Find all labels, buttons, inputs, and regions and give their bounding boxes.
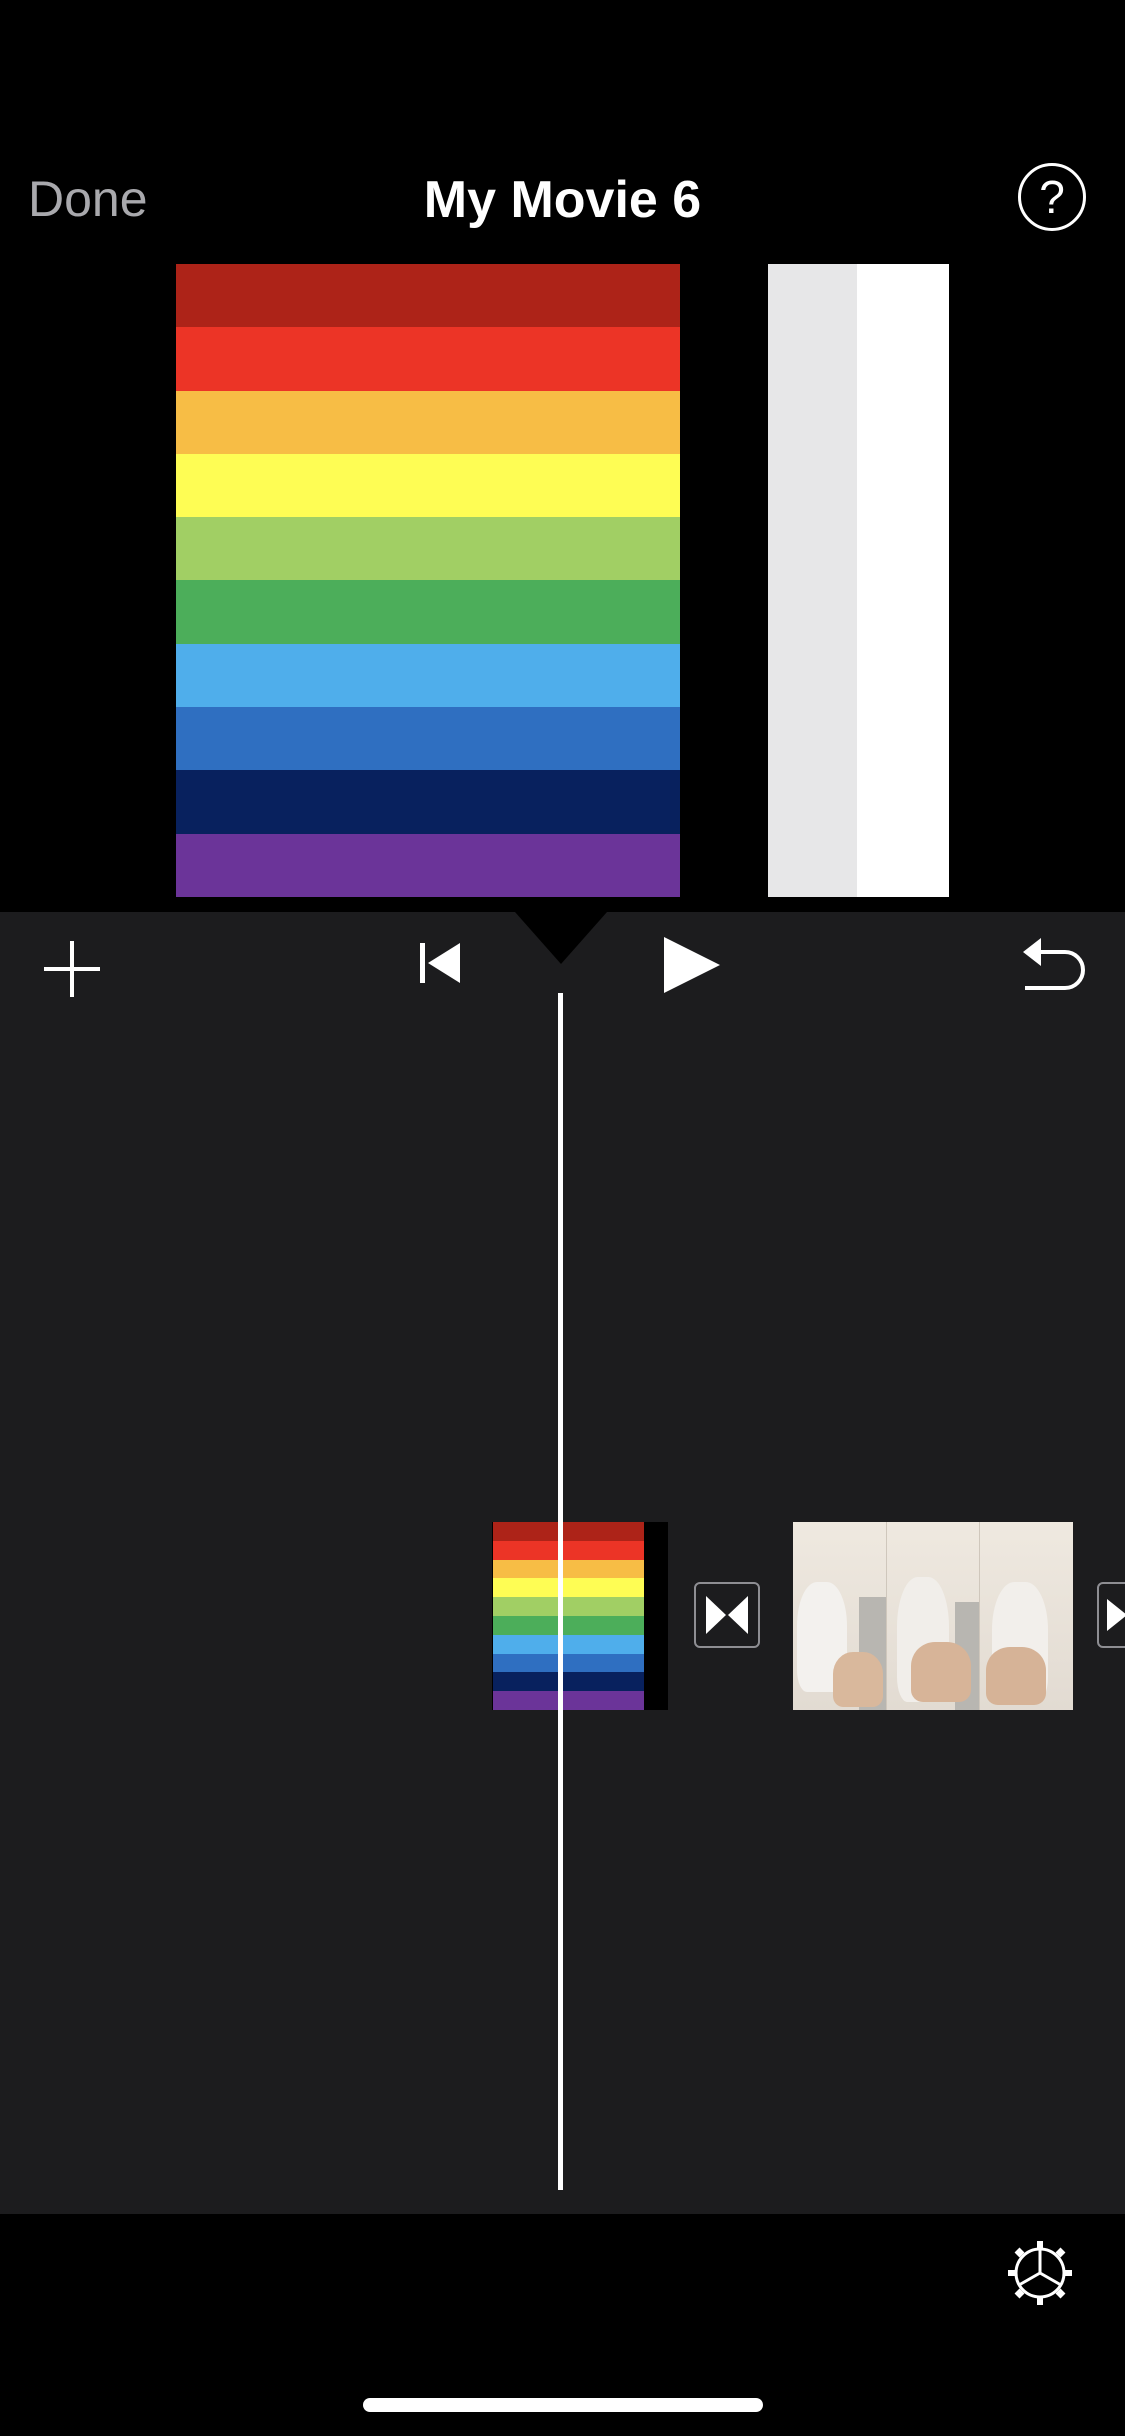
playhead[interactable] — [558, 993, 563, 2190]
rainbow-stripe — [493, 1672, 644, 1692]
rainbow-stripe — [493, 1653, 644, 1673]
next-clip-edge[interactable] — [1097, 1582, 1125, 1648]
rainbow-stripe — [176, 264, 680, 328]
preview-rainbow-frame — [176, 264, 680, 897]
rainbow-stripe — [493, 1578, 644, 1598]
timeline-clip-video[interactable] — [793, 1522, 1073, 1710]
play-icon — [664, 937, 720, 993]
project-title: My Movie 6 — [423, 171, 702, 229]
rainbow-stripe — [493, 1522, 644, 1541]
playhead-notch — [515, 912, 607, 964]
rainbow-stripe — [176, 453, 680, 518]
help-button[interactable]: ? — [1018, 163, 1086, 231]
rainbow-stripe — [493, 1597, 644, 1616]
video-thumbnail-frame — [885, 1522, 980, 1710]
rainbow-stripe — [176, 643, 680, 708]
rainbow-thumbnail — [493, 1522, 644, 1710]
skip-to-start-button[interactable] — [410, 933, 470, 993]
preview-gray-strip — [768, 264, 857, 897]
home-indicator[interactable] — [363, 2398, 763, 2412]
rainbow-stripe — [493, 1691, 644, 1710]
transition-icon — [706, 1596, 748, 1634]
triangle-right-icon — [1107, 1599, 1125, 1631]
rainbow-stripe — [493, 1559, 644, 1579]
video-thumbnail-frame — [793, 1522, 886, 1710]
preview-next-frame — [768, 264, 949, 897]
rainbow-stripe — [493, 1540, 644, 1560]
rainbow-stripe — [493, 1634, 644, 1654]
rainbow-stripe — [493, 1615, 644, 1635]
question-mark-icon: ? — [1039, 171, 1065, 223]
plus-icon — [44, 941, 100, 997]
preview-white-strip — [857, 264, 949, 897]
timeline-clip-rainbow[interactable] — [492, 1522, 668, 1710]
rainbow-stripe — [176, 517, 680, 581]
rainbow-stripe — [176, 327, 680, 391]
gear-icon — [1008, 2241, 1072, 2305]
add-media-button[interactable] — [38, 935, 106, 1003]
rainbow-stripe — [176, 580, 680, 644]
skip-to-start-icon — [420, 943, 460, 983]
transition-button[interactable] — [694, 1582, 760, 1648]
rainbow-stripe — [176, 390, 680, 454]
rainbow-stripe — [176, 770, 680, 834]
undo-button[interactable] — [1018, 930, 1090, 996]
video-thumbnail-frame — [979, 1522, 1073, 1710]
play-button[interactable] — [655, 930, 725, 1000]
undo-icon — [1023, 938, 1085, 990]
rainbow-stripe — [176, 833, 680, 897]
rainbow-stripe — [176, 707, 680, 771]
project-settings-button[interactable] — [1007, 2240, 1073, 2306]
